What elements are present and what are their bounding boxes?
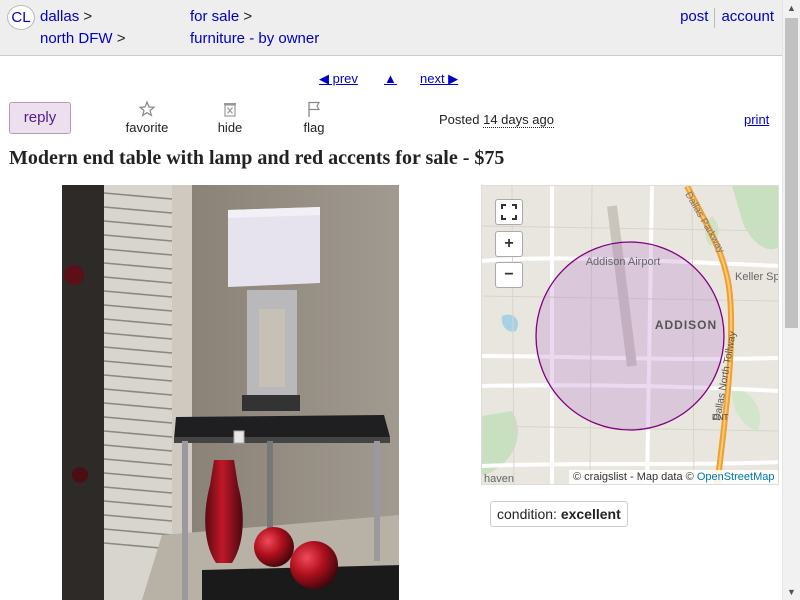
breadcrumb-category-link[interactable]: for sale [190,8,239,25]
map-tiles: Addison Airport ADDISON Keller Sp haven … [482,186,779,485]
map-attribution-text: © craigslist - Map data © [573,471,694,483]
trash-icon [224,103,236,117]
breadcrumb-city-link[interactable]: dallas [40,8,79,25]
user-links: post account [680,8,774,28]
breadcrumb-separator: > [116,30,126,47]
listing-photo[interactable] [62,185,399,600]
location-map[interactable]: Addison Airport ADDISON Keller Sp haven … [481,185,779,485]
star-icon [138,100,156,117]
page-scrollbar[interactable]: ▲ ▼ [782,0,800,600]
map-label-keller: Keller Sp [735,271,779,283]
breadcrumb-separator: > [243,8,253,25]
hide-label: hide [217,120,243,135]
breadcrumb-separator: > [83,8,93,25]
map-label-city: ADDISON [655,318,717,332]
account-link[interactable]: account [721,8,774,28]
openstreetmap-link[interactable]: OpenStreetMap [697,471,775,483]
posted-date: Posted 14 days ago [439,112,554,128]
map-label-haven: haven [484,473,514,485]
up-link[interactable]: ▲ [384,71,397,86]
posting-title: Modern end table with lamp and red accen… [9,147,505,169]
breadcrumb-category[interactable]: for sale > [190,8,252,26]
scrollbar-thumb[interactable] [785,18,798,328]
reply-button[interactable]: reply [9,102,71,134]
favorite-label: favorite [125,120,169,135]
site-header: CL dallas > north DFW > for sale > furni… [0,0,800,56]
scroll-up-arrow-icon[interactable]: ▲ [787,3,796,13]
map-label-airport: Addison Airport [586,256,661,268]
breadcrumb-subcategory[interactable]: furniture - by owner [190,30,319,48]
zoom-out-button[interactable]: − [495,262,523,288]
breadcrumb-subarea[interactable]: north DFW > [40,30,125,48]
zoom-in-button[interactable]: + [495,231,523,257]
post-link[interactable]: post [680,8,708,28]
flag-label: flag [303,120,325,135]
user-links-divider [714,8,716,28]
condition-attribute: condition: excellent [490,501,628,527]
breadcrumb-subcategory-link[interactable]: furniture - by owner [190,30,319,47]
print-link[interactable]: print [744,112,769,127]
posted-prefix: Posted [439,112,480,127]
breadcrumb-subarea-link[interactable]: north DFW [40,30,113,47]
condition-label: condition: [497,506,557,522]
favorite-button[interactable]: favorite [117,100,177,135]
flag-button[interactable]: flag [284,100,344,135]
fullscreen-icon [501,204,517,220]
scroll-down-arrow-icon[interactable]: ▼ [787,587,796,597]
next-link[interactable]: next ▶ [420,71,458,87]
prev-link[interactable]: ◀ prev [319,71,358,87]
fullscreen-button[interactable] [495,199,523,225]
map-attribution: © craigslist - Map data © OpenStreetMap [569,470,779,484]
flag-icon [308,101,321,117]
hide-button[interactable]: hide [200,100,260,135]
posted-when: 14 days ago [483,112,554,128]
craigslist-logo[interactable]: CL [7,5,35,30]
condition-value: excellent [560,506,621,522]
breadcrumb-city[interactable]: dallas > [40,8,92,26]
listing-photo-image [62,185,399,600]
